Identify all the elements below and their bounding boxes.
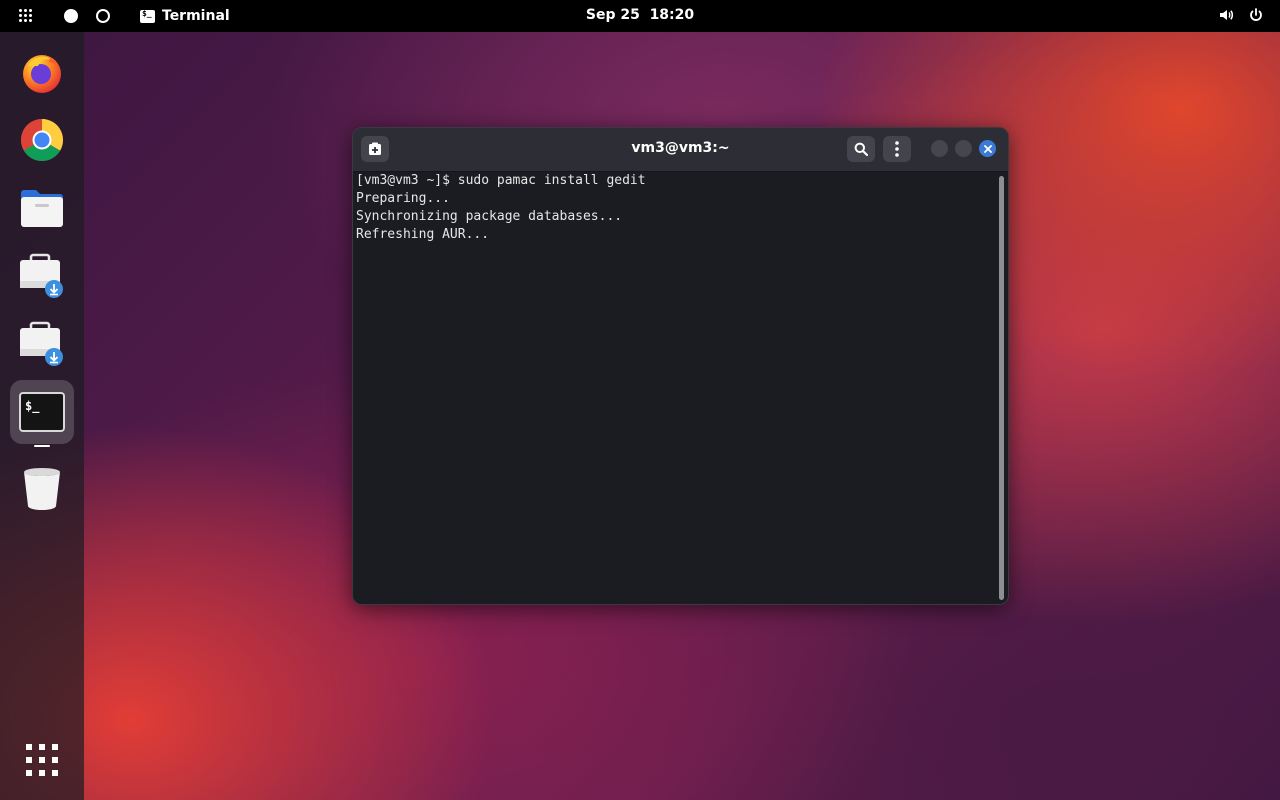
terminal-window[interactable]: vm3@vm3:~ [vm3@vm3 ~]$ sudo pamac instal… bbox=[352, 127, 1009, 605]
close-button[interactable] bbox=[979, 140, 996, 157]
system-tray[interactable] bbox=[1218, 7, 1264, 23]
terminal-header-bar[interactable]: vm3@vm3:~ bbox=[353, 128, 1008, 172]
terminal-line: Refreshing AUR... bbox=[356, 227, 490, 242]
kebab-menu-icon bbox=[895, 141, 899, 157]
terminal-output-area[interactable]: [vm3@vm3 ~]$ sudo pamac install gedit Pr… bbox=[353, 172, 1008, 604]
maximize-button[interactable] bbox=[955, 140, 972, 157]
dock-item-files[interactable] bbox=[10, 176, 74, 240]
menu-button[interactable] bbox=[883, 136, 911, 162]
show-apps-icon bbox=[26, 744, 58, 776]
focused-app-name: Terminal bbox=[162, 8, 230, 24]
chrome-icon bbox=[20, 118, 64, 162]
new-tab-button[interactable] bbox=[361, 136, 389, 162]
dock-item-chrome[interactable] bbox=[10, 108, 74, 172]
search-icon bbox=[854, 142, 868, 156]
focused-app-menu[interactable]: Terminal bbox=[140, 0, 230, 32]
new-tab-icon bbox=[369, 142, 381, 155]
running-indicator bbox=[34, 445, 50, 447]
software-download-icon bbox=[20, 321, 63, 366]
terminal-line: Synchronizing package databases... bbox=[356, 209, 623, 224]
dock-item-installer-1[interactable] bbox=[10, 244, 74, 308]
volume-icon[interactable] bbox=[1218, 7, 1234, 23]
close-icon bbox=[983, 144, 992, 153]
folder-icon bbox=[21, 190, 63, 227]
minimize-button[interactable] bbox=[931, 140, 948, 157]
top-bar: Terminal Sep 25 18:20 bbox=[0, 0, 1280, 32]
terminal-line: Preparing... bbox=[356, 191, 450, 206]
power-icon[interactable] bbox=[1248, 7, 1264, 23]
terminal-icon bbox=[140, 9, 155, 23]
clock[interactable]: Sep 25 18:20 bbox=[586, 7, 694, 23]
show-apps-button[interactable] bbox=[10, 728, 74, 792]
dock-item-terminal[interactable]: $_ bbox=[10, 380, 74, 447]
dock: $_ bbox=[0, 32, 84, 800]
terminal-title: vm3@vm3:~ bbox=[631, 140, 730, 156]
dock-item-installer-2[interactable] bbox=[10, 312, 74, 376]
dock-item-firefox[interactable] bbox=[10, 40, 74, 104]
software-download-icon bbox=[20, 253, 63, 298]
workspace-1-indicator[interactable] bbox=[64, 9, 78, 23]
terminal-line-command: [vm3@vm3 ~]$ sudo pamac install gedit bbox=[356, 173, 646, 188]
svg-text:$_: $_ bbox=[25, 399, 40, 414]
trash-icon bbox=[24, 468, 60, 510]
firefox-icon bbox=[23, 55, 61, 93]
workspace-2-indicator[interactable] bbox=[96, 9, 110, 23]
activities-icon[interactable] bbox=[19, 9, 33, 23]
dock-item-trash[interactable] bbox=[10, 456, 74, 520]
terminal-lines: [vm3@vm3 ~]$ sudo pamac install gedit Pr… bbox=[356, 172, 646, 244]
search-button[interactable] bbox=[847, 136, 875, 162]
terminal-icon: $_ bbox=[19, 392, 65, 432]
terminal-scrollbar[interactable] bbox=[999, 176, 1004, 600]
